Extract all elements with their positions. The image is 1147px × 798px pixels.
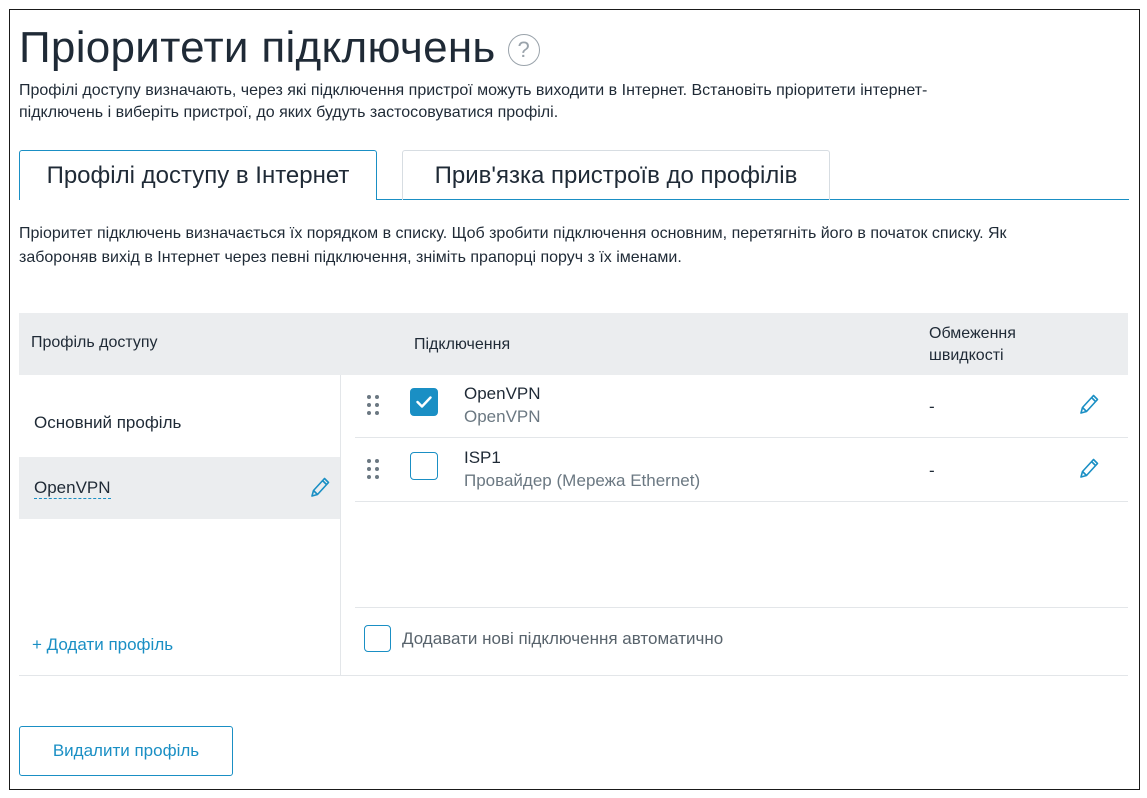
edit-profile-pencil-icon[interactable]: [309, 475, 331, 504]
connection-checkbox[interactable]: [410, 452, 438, 480]
divider: [355, 607, 1128, 608]
header-profile: Профіль доступу: [31, 334, 158, 351]
profile-item-openvpn[interactable]: OpenVPN: [19, 457, 340, 519]
intro-line-1: Профілі доступу визначають, через які пі…: [19, 82, 928, 99]
header-speed-line-1: Обмеження: [929, 325, 1016, 342]
tab-bar: Профілі доступу в Інтернет Прив'язка при…: [19, 150, 1129, 200]
connection-speed-limit: -: [929, 461, 935, 480]
header-speed-limit: Обмеження швидкості: [929, 323, 1016, 367]
table-header: Профіль доступу Підключення Обмеження шв…: [19, 313, 1128, 375]
priority-description: Пріоритет підключень визначається їх пор…: [19, 222, 1129, 270]
connection-row-isp1[interactable]: ISP1 Провайдер (Мережа Ethernet) -: [355, 439, 1128, 502]
tab-device-binding[interactable]: Прив'язка пристроїв до профілів: [402, 150, 830, 200]
header-connection: Підключення: [414, 336, 511, 353]
edit-connection-pencil-icon[interactable]: [1078, 392, 1100, 421]
connection-row-openvpn[interactable]: OpenVPN OpenVPN -: [355, 375, 1128, 438]
tab-internet-profiles[interactable]: Профілі доступу в Інтернет: [19, 150, 377, 200]
checkmark-icon: [416, 396, 432, 408]
connection-name: OpenVPN: [464, 384, 541, 403]
page-frame: Пріоритети підключень ? Профілі доступу …: [9, 9, 1140, 790]
connection-type: Провайдер (Мережа Ethernet): [464, 471, 701, 490]
delete-profile-button[interactable]: Видалити профіль: [19, 726, 233, 776]
drag-handle-icon[interactable]: [366, 458, 380, 485]
title-row: Пріоритети підключень ?: [19, 22, 540, 74]
profile-item-main[interactable]: Основний профіль: [19, 391, 340, 453]
auto-add-checkbox[interactable]: [364, 625, 391, 652]
connection-speed-limit: -: [929, 397, 935, 416]
auto-add-label[interactable]: Додавати нові підключення автоматично: [402, 629, 723, 649]
intro-line-2: підключень і виберіть пристрої, до яких …: [19, 104, 559, 121]
connection-checkbox[interactable]: [410, 388, 438, 416]
header-speed-line-2: швидкості: [929, 347, 1004, 364]
page-title: Пріоритети підключень: [19, 23, 496, 72]
drag-handle-icon[interactable]: [366, 394, 380, 421]
connection-name: ISP1: [464, 448, 501, 467]
profile-list: Основний профіль OpenVPN: [19, 375, 341, 675]
profile-label[interactable]: OpenVPN: [34, 477, 111, 499]
add-profile-link[interactable]: + Додати профіль: [32, 635, 173, 655]
profile-label: Основний профіль: [34, 413, 182, 432]
description-line-2: забороняв вихід в Інтернет через певні п…: [19, 249, 682, 266]
help-icon[interactable]: ?: [507, 34, 540, 66]
connection-type: OpenVPN: [464, 407, 541, 426]
intro-text: Профілі доступу визначають, через які пі…: [19, 80, 1049, 124]
divider: [19, 675, 1128, 676]
description-line-1: Пріоритет підключень визначається їх пор…: [19, 225, 1007, 242]
edit-connection-pencil-icon[interactable]: [1078, 456, 1100, 485]
